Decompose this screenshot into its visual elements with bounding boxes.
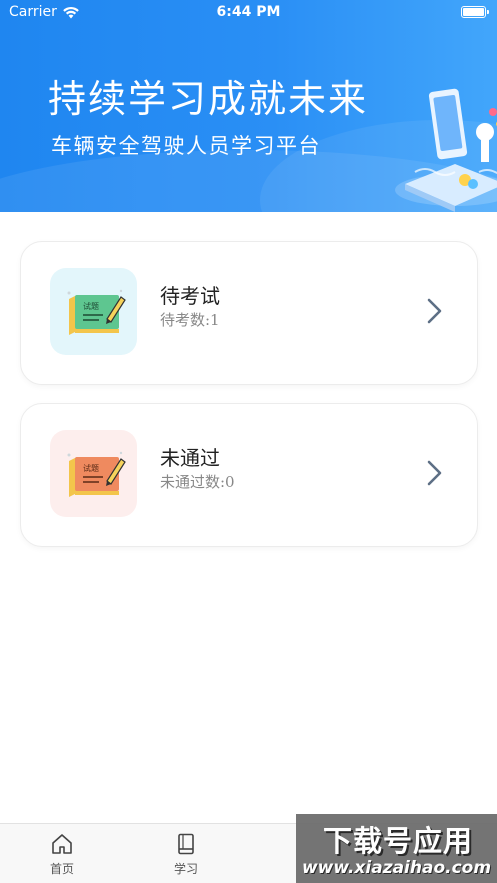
tab-home[interactable]: 首页 <box>32 832 92 877</box>
tab-label: 学习 <box>173 862 198 876</box>
watermark-logo: 下载号应用 www.xiazaihao.com <box>296 814 497 883</box>
banner-subtitle: 车辆安全驾驶人员学习平台 <box>51 134 321 158</box>
thumb-label: 试题 <box>83 301 99 311</box>
battery-icon <box>461 6 489 18</box>
card-thumb: 试题 <box>50 268 137 355</box>
thumb-label: 试题 <box>83 463 99 473</box>
exam-paper-icon: 试题 <box>67 289 126 335</box>
card-title: 未通过 <box>160 446 220 470</box>
card-subtitle: 未通过数:0 <box>160 473 235 491</box>
banner-title: 持续学习成就未来 <box>48 77 369 121</box>
failed-exam-card[interactable]: 试题 未通过 未通过数:0 <box>20 403 478 547</box>
watermark-url: www.xiazaihao.com <box>301 858 492 878</box>
exam-paper-icon: 试题 <box>67 451 126 497</box>
card-title: 待考试 <box>160 284 220 308</box>
tab-study[interactable]: 学习 <box>156 832 216 877</box>
screen: Carrier 6:44 PM 持续学习成就未来 车辆安全驾驶人员学习平台 试题… <box>0 0 497 883</box>
card-subtitle: 待考数:1 <box>160 311 220 329</box>
home-icon <box>52 834 72 854</box>
chevron-right-icon <box>427 298 442 324</box>
pending-exam-card[interactable]: 试题 待考试 待考数:1 <box>20 241 478 385</box>
status-time: 6:44 PM <box>216 4 281 20</box>
study-illustration-icon <box>395 88 497 212</box>
watermark-title: 下载号应用 <box>322 824 473 858</box>
header-banner: Carrier 6:44 PM 持续学习成就未来 车辆安全驾驶人员学习平台 <box>0 0 497 212</box>
chevron-right-icon <box>427 460 442 486</box>
card-thumb: 试题 <box>50 430 137 517</box>
book-icon <box>178 833 194 855</box>
status-bar: Carrier 6:44 PM <box>0 0 497 26</box>
tab-label: 首页 <box>49 862 74 876</box>
